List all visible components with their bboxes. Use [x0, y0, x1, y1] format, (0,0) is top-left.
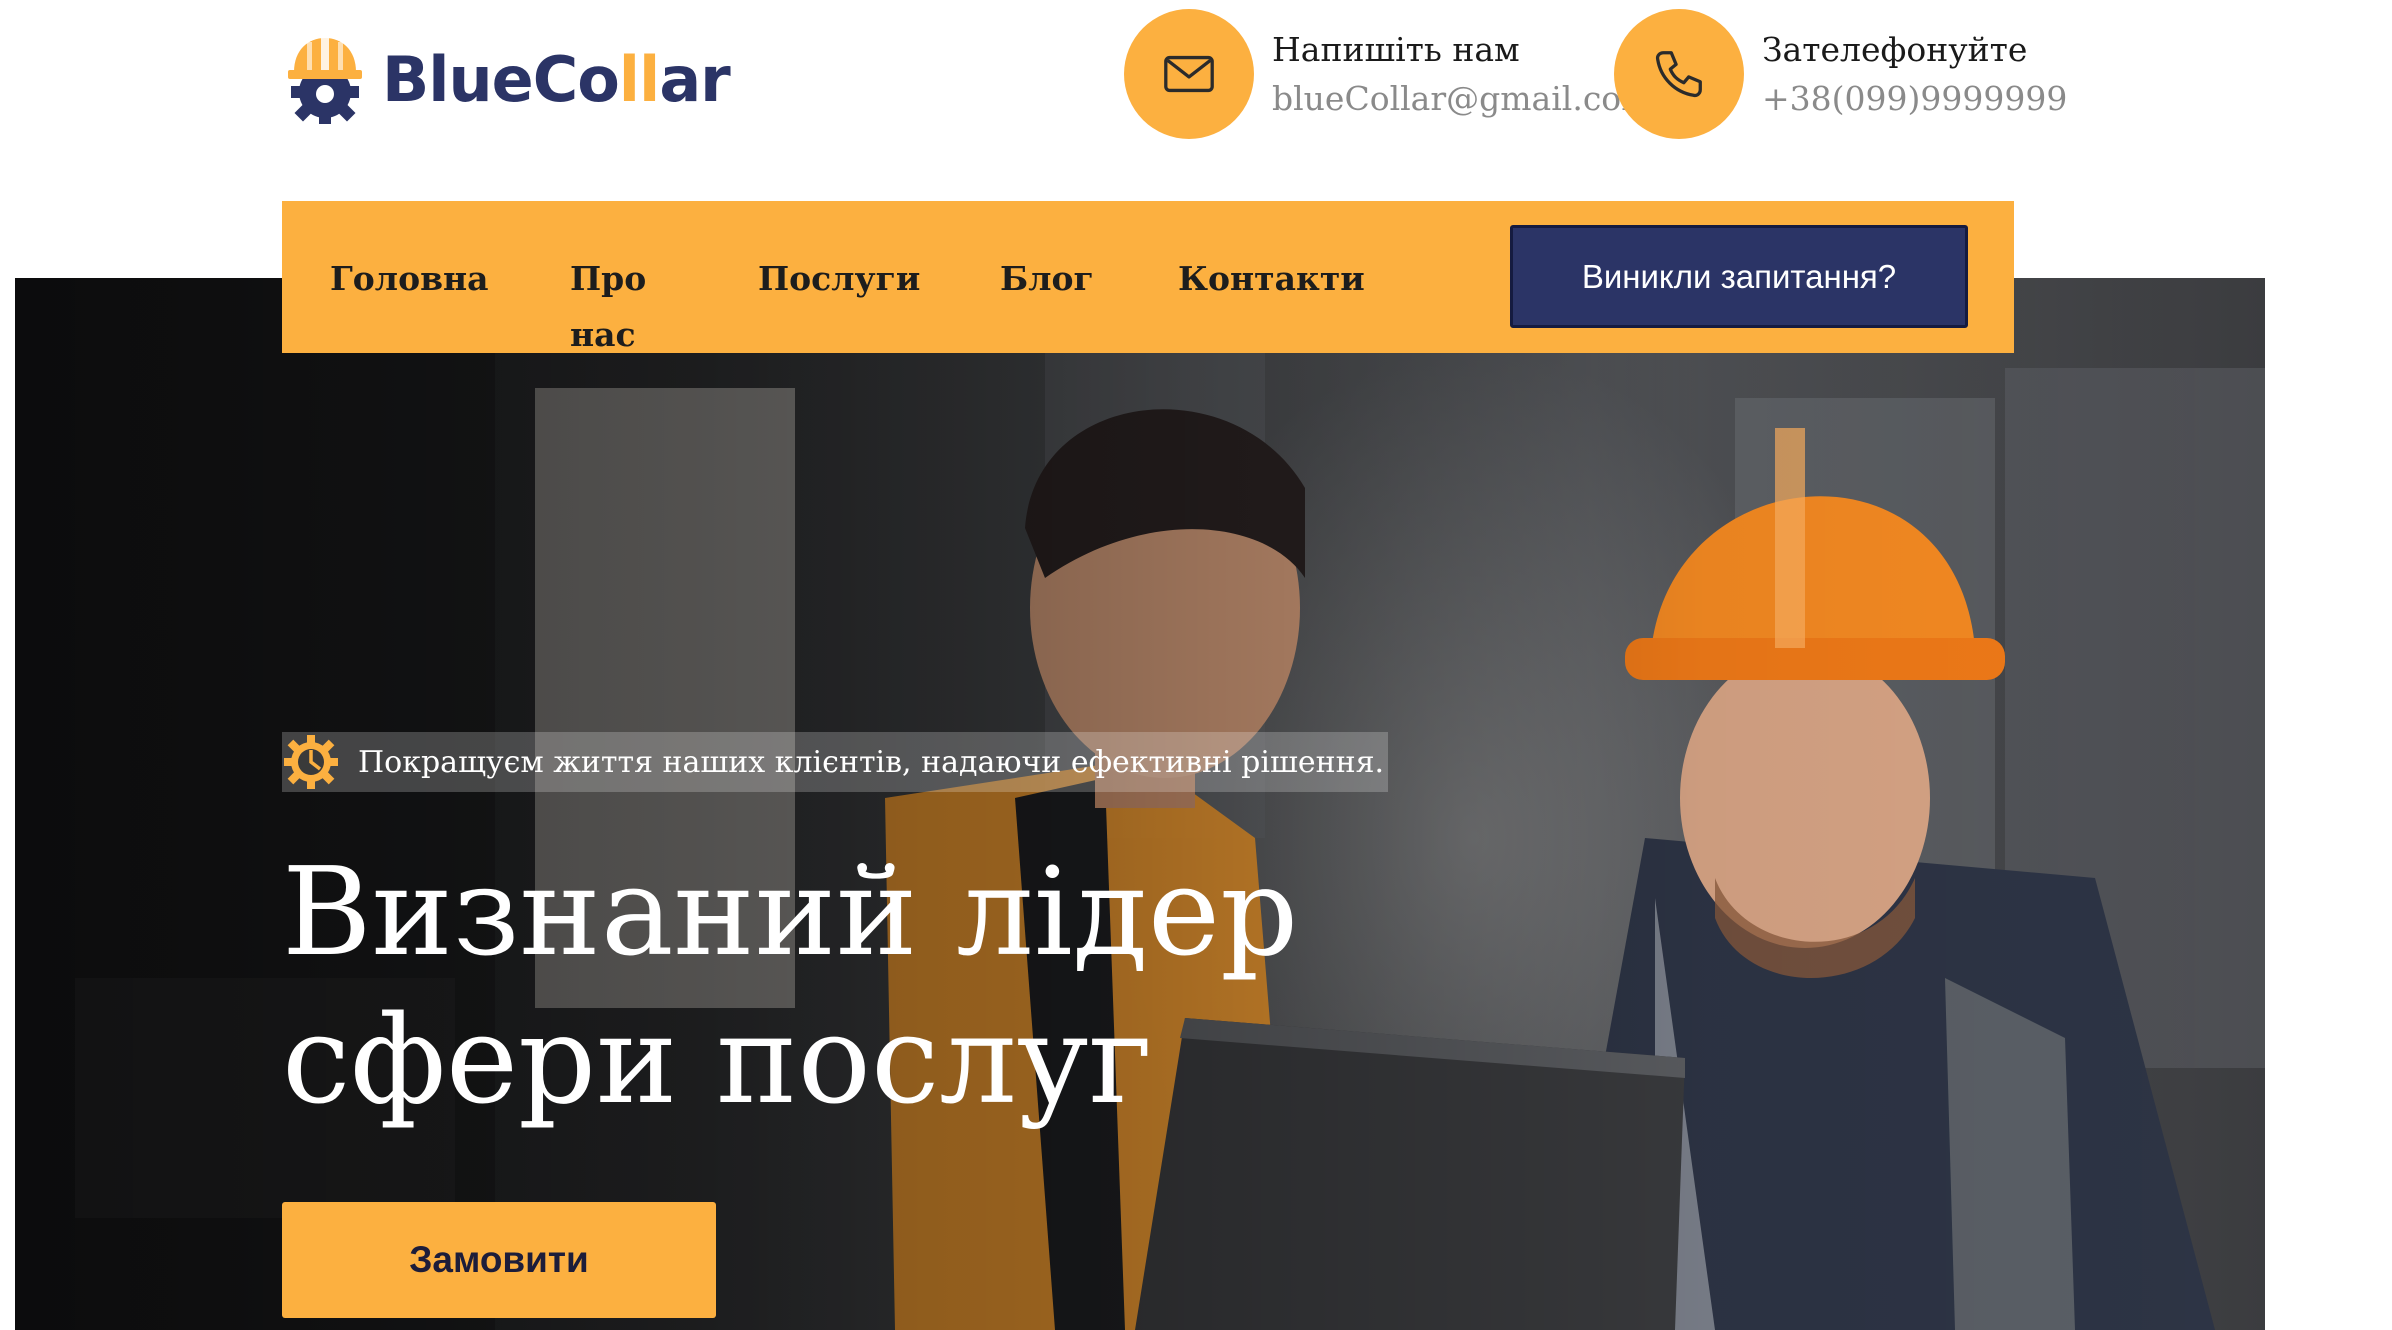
nav-item-contacts[interactable]: Контакти	[1178, 251, 1365, 307]
hero-title-line1: Визнаний лідер	[282, 841, 1299, 983]
contact-phone-label: Зателефонуйте	[1762, 30, 2028, 69]
nav-item-blog[interactable]: Блог	[1000, 251, 1094, 307]
hero-overlay	[15, 278, 2265, 1330]
brand-logo[interactable]: BlueCollar	[280, 30, 731, 130]
hero-tagline-text: Покращуєм життя наших клієнтів, надаючи …	[358, 744, 1385, 780]
envelope-icon	[1124, 9, 1254, 139]
questions-button[interactable]: Виникли запитання?	[1510, 225, 1968, 328]
nav-item-about[interactable]: Про нас	[570, 251, 680, 363]
phone-icon	[1614, 9, 1744, 139]
hero-title-line2: сфери послуг	[282, 989, 1153, 1131]
order-button[interactable]: Замовити	[282, 1202, 716, 1318]
main-nav: Головна Про нас Послуги Блог Контакти Ви…	[282, 201, 2014, 354]
hero-section	[15, 278, 2265, 1330]
nav-item-services[interactable]: Послуги	[758, 251, 920, 307]
nav-item-home[interactable]: Головна	[330, 251, 489, 307]
hero-tagline: Покращуєм життя наших клієнтів, надаючи …	[282, 732, 1389, 792]
contact-phone-value[interactable]: +38(099)9999999	[1762, 75, 2067, 123]
contact-email-value[interactable]: blueCollar@gmail.com	[1272, 75, 1652, 123]
brand-name: BlueCollar	[382, 43, 731, 116]
gear-icon	[282, 733, 340, 791]
contact-email[interactable]: Напишіть нам blueCollar@gmail.com	[1124, 8, 1652, 140]
contact-phone[interactable]: Зателефонуйте +38(099)9999999	[1614, 8, 2067, 140]
contact-email-label: Напишіть нам	[1272, 30, 1520, 69]
hero-title: Визнаний лідер сфери послуг	[282, 838, 1482, 1134]
gear-hardhat-icon	[280, 32, 370, 128]
